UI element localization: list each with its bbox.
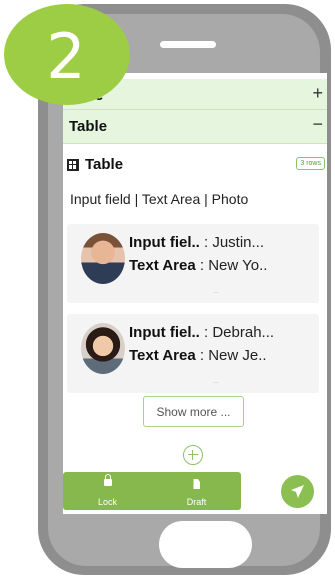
record-input-field: Input fiel.. : Debrah...: [129, 324, 274, 341]
rows-count-badge: 3 rows: [296, 157, 325, 170]
home-button[interactable]: [159, 521, 252, 568]
field-label: Text Area: [129, 257, 196, 274]
more-dots: ...: [213, 288, 219, 295]
field-label: Text Area: [129, 347, 196, 364]
record-card[interactable]: Input fiel.. : Debrah... Text Area : New…: [67, 314, 319, 393]
field-value: : Debrah...: [204, 324, 275, 341]
collapse-icon[interactable]: −: [312, 114, 323, 135]
record-text-area: Text Area : New Je..: [129, 347, 267, 364]
section-row-table[interactable]: Table −: [63, 110, 327, 144]
field-label: Input fiel..: [129, 234, 200, 251]
table-heading: Table: [67, 156, 123, 173]
record-text-area: Text Area : New Yo..: [129, 257, 267, 274]
avatar: [81, 323, 125, 374]
field-value: : New Je..: [199, 347, 267, 364]
field-value: : Justin...: [204, 234, 265, 251]
grid-icon: [67, 158, 79, 171]
lock-icon: [103, 474, 112, 486]
record-input-field: Input fiel.. : Justin...: [129, 234, 264, 251]
lock-button[interactable]: Lock: [63, 472, 152, 510]
step-number: 2: [46, 20, 86, 93]
expand-icon[interactable]: +: [312, 83, 323, 104]
table-columns: Input field | Text Area | Photo: [70, 191, 249, 207]
field-label: Input fiel..: [129, 324, 200, 341]
plus-icon[interactable]: [183, 445, 203, 465]
more-dots: ...: [213, 378, 219, 385]
record-card[interactable]: Input fiel.. : Justin... Text Area : New…: [67, 224, 319, 303]
send-button[interactable]: [281, 475, 314, 508]
avatar: [81, 233, 125, 284]
show-more-button[interactable]: Show more ...: [143, 396, 244, 427]
bottom-action-bar: Lock Draft: [63, 472, 241, 510]
field-value: : New Yo..: [199, 257, 268, 274]
section-label: Table: [69, 118, 108, 135]
app-screen: ence + Table − Table 3 rows Input field …: [63, 73, 327, 514]
draft-button[interactable]: Draft: [152, 472, 241, 510]
draft-icon: [193, 479, 200, 489]
table-title: Table: [85, 156, 124, 173]
step-badge: 2: [4, 4, 130, 105]
send-icon: [291, 485, 304, 498]
draft-label: Draft: [186, 497, 207, 507]
phone-speaker: [160, 41, 216, 48]
lock-label: Lock: [97, 497, 117, 507]
